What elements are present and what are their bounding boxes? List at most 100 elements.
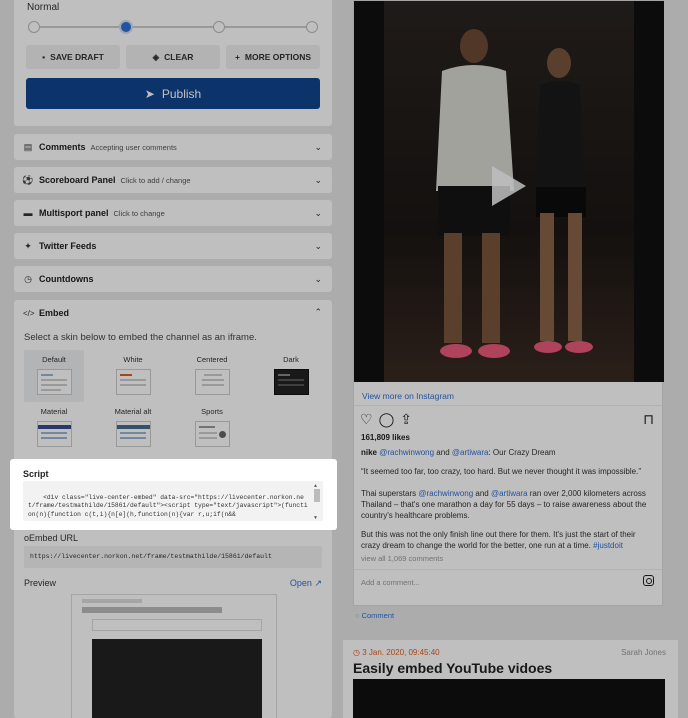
post-author: Sarah Jones — [621, 648, 666, 657]
view-all-comments-link[interactable]: view all 1,069 comments — [361, 554, 443, 563]
accordion-countdowns[interactable]: ◷ Countdowns ⌄ — [14, 266, 332, 292]
clock-icon: ◷ — [24, 273, 32, 284]
open-preview-link[interactable]: Open ↗ — [290, 578, 322, 589]
publish-button[interactable]: ➤ Publish — [26, 78, 320, 109]
right-panel: View more on Instagram ♡ ◯ ⇪ ⊓ 161,809 l… — [343, 0, 678, 718]
save-icon: ▪ — [42, 52, 46, 62]
embed-preview — [71, 594, 277, 718]
open-label: Open — [289, 578, 312, 588]
play-icon[interactable] — [492, 166, 526, 206]
share-icon[interactable]: ⇪ — [400, 411, 412, 428]
chevron-down-icon: ⌄ — [314, 208, 322, 218]
priority-slider-step-1[interactable] — [28, 21, 40, 33]
accordion-multisport[interactable]: ▬ Multisport panel Click to change ⌄ — [14, 200, 332, 226]
comment-link-label: Comment — [361, 611, 395, 620]
youtube-embed[interactable] — [353, 679, 665, 718]
heart-icon[interactable]: ♡ — [360, 411, 373, 428]
preview-line — [82, 599, 142, 603]
bookmark-icon[interactable]: ⊓ — [643, 411, 654, 428]
chevron-down-icon: ⌄ — [314, 175, 322, 185]
skin-label: White — [123, 355, 143, 364]
skin-thumbnail — [36, 369, 72, 395]
hashtag-link[interactable]: #justdoit — [593, 541, 623, 550]
skin-label: Dark — [283, 355, 299, 364]
left-panel: Normal ▪ SAVE DRAFT ◈ CLEAR + MORE OPTIO… — [14, 0, 332, 718]
caption-paragraph: Thai superstars @rachwinwong and @artiwa… — [361, 488, 655, 521]
preview-video — [92, 639, 262, 718]
save-draft-label: SAVE DRAFT — [50, 52, 104, 62]
skin-material[interactable]: Material — [24, 402, 84, 454]
priority-slider-track[interactable] — [34, 26, 312, 28]
accordion-embed[interactable]: </> Embed ⌃ — [14, 300, 332, 326]
more-options-label: MORE OPTIONS — [244, 52, 312, 62]
twitter-icon: ✦ — [24, 240, 32, 251]
comments-icon: ▤ — [23, 141, 33, 152]
caption-line: nike @rachwinwong and @artiwara: Our Cra… — [361, 447, 655, 458]
instagram-embed: View more on Instagram ♡ ◯ ⇪ ⊓ 161,809 l… — [353, 0, 664, 606]
publish-label: Publish — [161, 86, 202, 101]
script-code: <div class="live-center-embed" data-src=… — [28, 493, 308, 518]
accordion-subtitle: Click to change — [113, 208, 165, 218]
caption-quote: “It seemed too far, too crazy, too hard.… — [361, 467, 641, 476]
script-code-field[interactable]: <div class="live-center-embed" data-src=… — [23, 481, 323, 521]
mention-link[interactable]: @artiwara — [452, 448, 489, 457]
post-date-text: 3 Jan. 2020, 09:45:40 — [362, 648, 440, 657]
accordion-subtitle: Accepting user comments — [90, 142, 177, 152]
instagram-icon[interactable] — [643, 575, 654, 586]
clear-label: CLEAR — [164, 52, 194, 62]
save-draft-button[interactable]: ▪ SAVE DRAFT — [26, 45, 120, 69]
send-icon: ➤ — [144, 86, 155, 101]
instagram-actions: ♡ ◯ ⇪ — [360, 411, 412, 428]
scrollbar[interactable]: ▲ ▼ — [314, 483, 320, 521]
divider — [354, 569, 662, 570]
mention-link[interactable]: @rachwinwong — [418, 489, 473, 498]
skin-centered[interactable]: Centered — [182, 350, 242, 402]
script-box: Script <div class="live-center-embed" da… — [10, 459, 337, 530]
post-date: ◷ 3 Jan. 2020, 09:45:40 — [353, 648, 440, 657]
add-comment-input[interactable]: Add a comment... — [361, 578, 420, 587]
accordion-twitter[interactable]: ✦ Twitter Feeds ⌄ — [14, 233, 332, 259]
mention-link[interactable]: @artiwara — [491, 489, 528, 498]
skin-dark[interactable]: Dark — [261, 350, 321, 402]
likes-count: 161,809 likes — [361, 433, 410, 442]
accordion-title: Comments — [39, 142, 86, 152]
comment-link[interactable]: ◌ Comment — [355, 611, 394, 620]
accordion-title: Countdowns — [39, 274, 94, 284]
skin-sports[interactable]: Sports — [182, 402, 242, 454]
more-options-button[interactable]: + MORE OPTIONS — [226, 45, 320, 69]
skin-default[interactable]: Default — [24, 350, 84, 402]
skin-thumbnail — [194, 369, 230, 395]
priority-slider-step-4[interactable] — [306, 21, 318, 33]
skin-label: Default — [42, 355, 66, 364]
oembed-url-field[interactable]: https://livecenter.norkon.net/frame/test… — [24, 546, 322, 568]
post-card: ◷ 3 Jan. 2020, 09:45:40 Sarah Jones Easi… — [343, 640, 678, 718]
priority-card: Normal ▪ SAVE DRAFT ◈ CLEAR + MORE OPTIO… — [14, 0, 332, 126]
skin-thumbnail — [115, 369, 151, 395]
skin-material-alt[interactable]: Material alt — [103, 402, 163, 454]
caption-text: and — [473, 489, 491, 498]
skin-white[interactable]: White — [103, 350, 163, 402]
priority-slider-handle[interactable] — [119, 20, 133, 34]
skin-thumbnail — [36, 421, 72, 447]
chevron-down-icon: ⌄ — [314, 241, 322, 251]
scroll-down-icon[interactable]: ▼ — [314, 514, 317, 521]
priority-slider-step-3[interactable] — [213, 21, 225, 33]
instagram-video[interactable] — [354, 1, 664, 382]
skin-label: Material alt — [114, 407, 152, 416]
preview-label: Preview — [24, 578, 57, 588]
post-title: Easily embed YouTube vidoes — [353, 660, 553, 676]
priority-label: Normal — [27, 2, 60, 13]
comment-bubble-icon[interactable]: ◯ — [379, 411, 395, 428]
caption-text: Thai superstars — [361, 489, 419, 498]
accordion-title: Multisport panel — [39, 208, 109, 218]
scrollbar-thumb[interactable] — [314, 489, 320, 502]
accordion-comments[interactable]: ▤ Comments Accepting user comments ⌄ — [14, 134, 332, 160]
view-more-instagram-link[interactable]: View more on Instagram — [362, 391, 454, 401]
accordion-title: Embed — [39, 308, 70, 318]
clear-button[interactable]: ◈ CLEAR — [126, 45, 220, 69]
script-label: Script — [23, 469, 49, 479]
accordion-scoreboard[interactable]: ⚽ Scoreboard Panel Click to add / change… — [14, 167, 332, 193]
accordion-subtitle: Click to add / change — [120, 175, 191, 185]
mention-link[interactable]: @rachwinwong — [379, 448, 434, 457]
caption-username[interactable]: nike — [361, 448, 377, 457]
